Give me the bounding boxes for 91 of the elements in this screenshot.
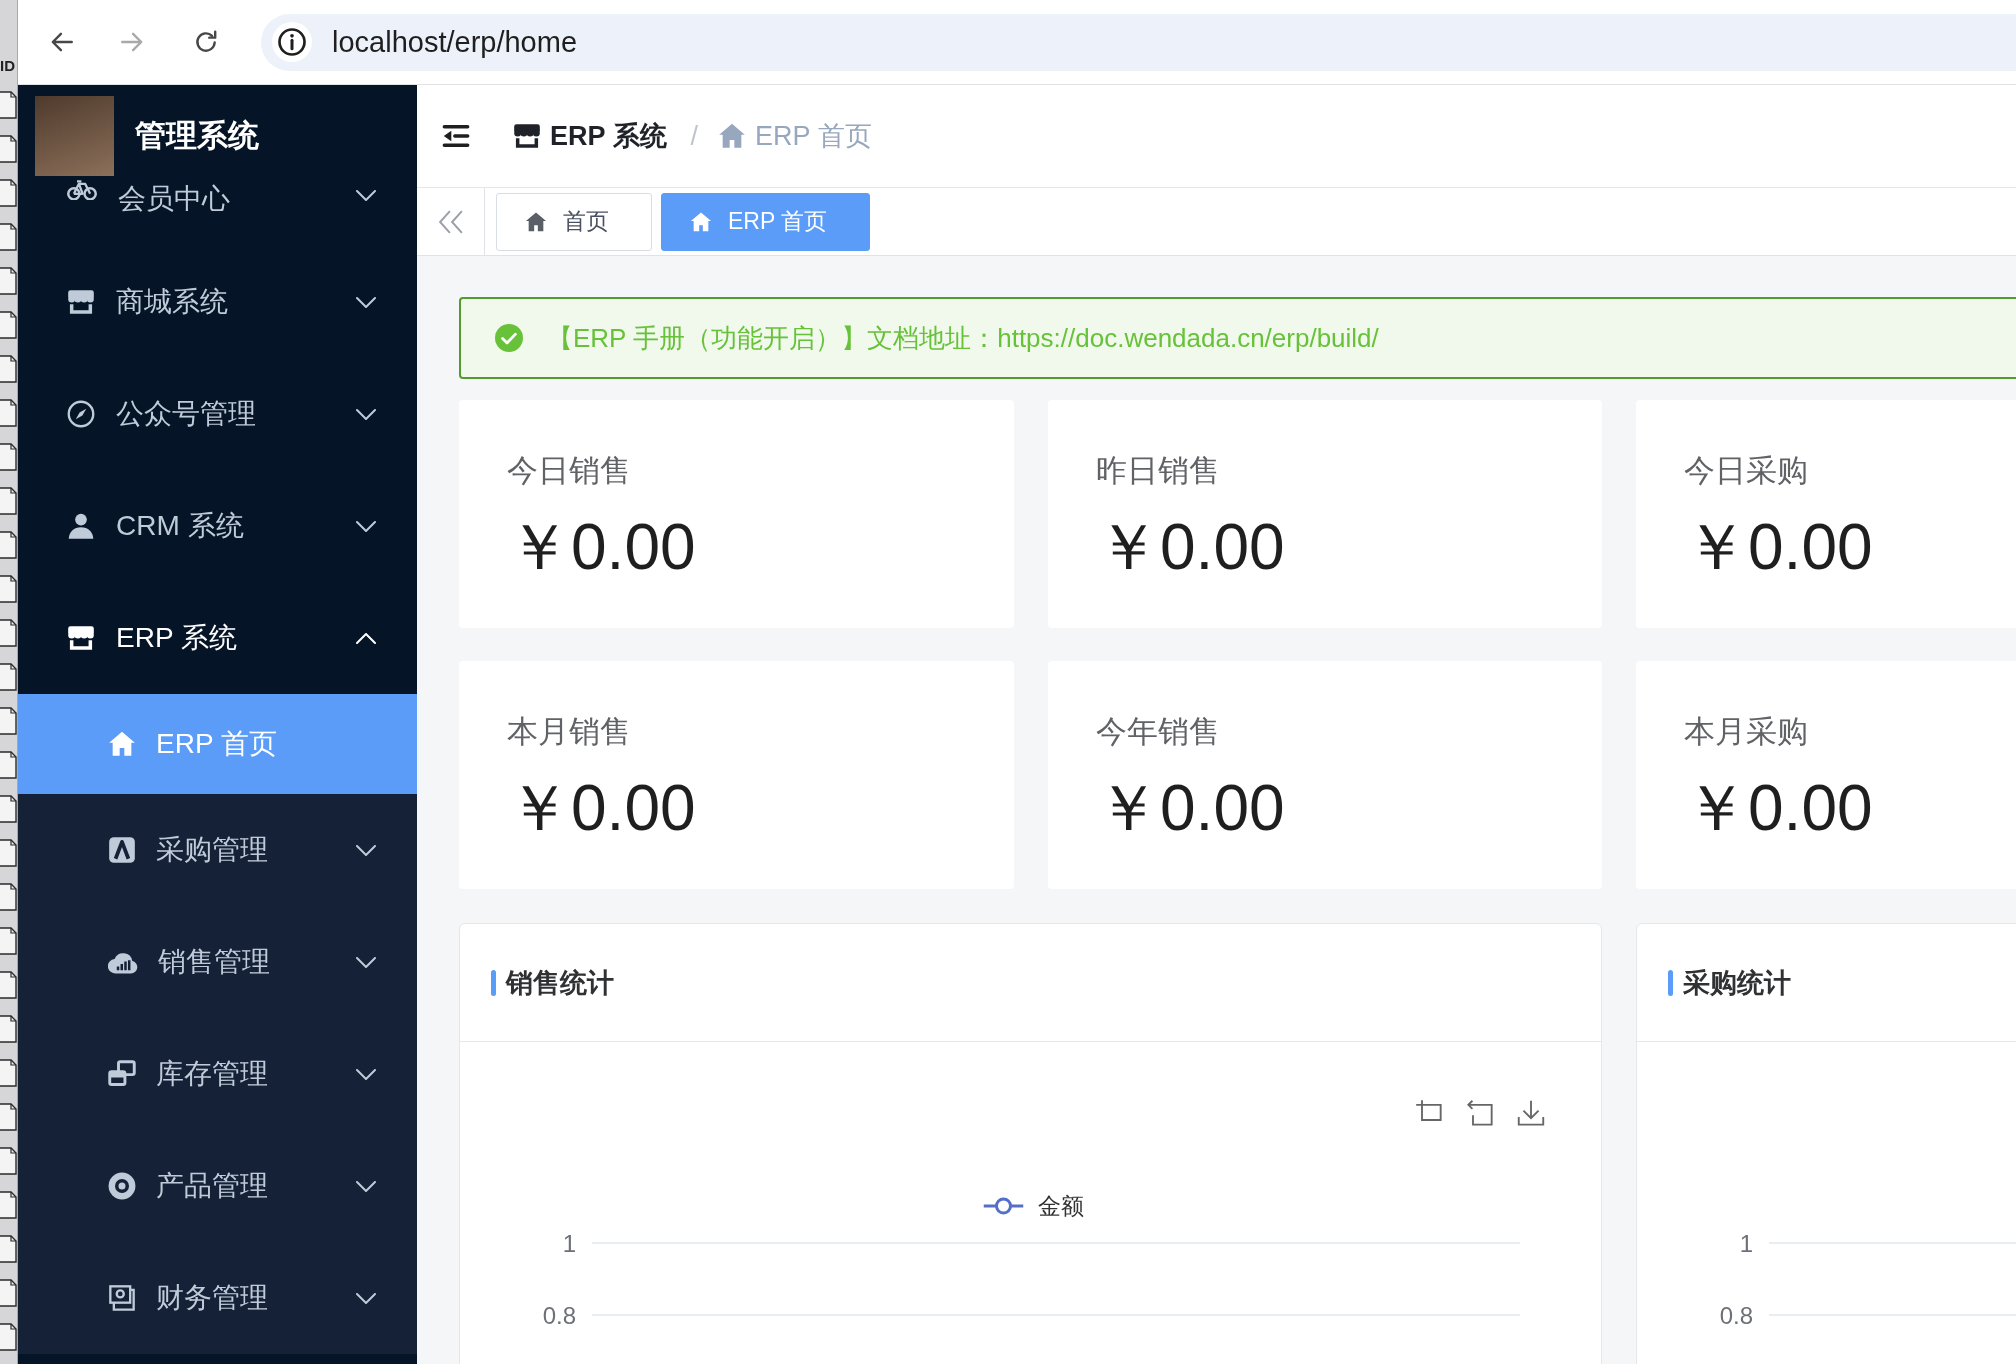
check-circle-icon (495, 324, 523, 352)
axis-label: 1 (1739, 1229, 1753, 1257)
menu-icon[interactable] (442, 122, 470, 150)
file-icon[interactable] (0, 663, 17, 691)
menu-item[interactable]: 商城系统 (18, 246, 417, 358)
double-chevron-left-icon[interactable] (438, 209, 463, 234)
file-icon[interactable] (0, 531, 17, 559)
home-icon (718, 122, 747, 150)
menu-item[interactable]: 财务管理 (18, 1242, 417, 1354)
stat-value: ￥0.00 (507, 515, 696, 579)
app-title: 管理系统 (135, 117, 259, 155)
stat-label: 本月采购 (1684, 714, 1808, 750)
menu-item[interactable]: 采购管理 (18, 794, 417, 906)
stat-value: ￥0.00 (1096, 776, 1285, 840)
stat-label: 今日采购 (1684, 453, 1808, 489)
address-bar[interactable]: localhost/erp/home (261, 13, 2016, 71)
file-icon[interactable] (0, 1147, 17, 1175)
bicycle-icon (67, 180, 97, 200)
file-icon[interactable] (0, 839, 17, 867)
file-icon[interactable] (0, 487, 17, 515)
file-icon[interactable] (0, 971, 17, 999)
crop-icon[interactable] (1416, 1100, 1441, 1120)
file-icon[interactable] (0, 1015, 17, 1043)
stat-label: 今日销售 (507, 453, 631, 489)
file-icon[interactable] (0, 179, 17, 207)
file-icon[interactable] (0, 1191, 17, 1219)
menu-item[interactable]: ERP 系统 (18, 582, 417, 694)
ring-icon (108, 1172, 136, 1200)
compass-icon (67, 400, 95, 428)
menu-item[interactable]: 库存管理 (18, 1018, 417, 1130)
chart-title: 采购统计 (1683, 966, 1791, 1000)
home-icon (690, 210, 712, 233)
shop-icon (67, 288, 95, 316)
breadcrumb-current: ERP 首页 (755, 120, 872, 153)
desktop-label: ID (0, 57, 15, 75)
menu-item[interactable]: CRM 系统 (18, 470, 417, 582)
stat-value: ￥0.00 (1684, 776, 1873, 840)
file-icon[interactable] (0, 399, 17, 427)
file-icon[interactable] (0, 443, 17, 471)
accent-bar-icon (491, 969, 496, 996)
overlap-squares-icon (108, 1060, 136, 1088)
file-icon[interactable] (0, 355, 17, 383)
home-icon (108, 730, 136, 758)
file-icon[interactable] (0, 619, 17, 647)
axis-label: 0.8 (542, 1301, 576, 1329)
file-icon[interactable] (0, 883, 17, 911)
shop-icon (67, 624, 95, 652)
file-icon[interactable] (0, 223, 17, 251)
alert-text: 【ERP 手册（功能开启）】文档地址：https://doc.wendada.cn/erp/build/ (547, 321, 1379, 355)
stat-label: 今年销售 (1096, 714, 1220, 750)
file-icon[interactable] (0, 91, 17, 119)
axis-label: 0.8 (1719, 1301, 1753, 1329)
legend-label[interactable]: 金额 (1037, 1193, 1084, 1219)
file-icon[interactable] (0, 575, 17, 603)
file-icon[interactable] (0, 707, 17, 735)
stat-label: 昨日销售 (1096, 453, 1220, 489)
download-icon[interactable] (1518, 1100, 1544, 1125)
stat-label: 本月销售 (507, 714, 631, 750)
file-icon[interactable] (0, 795, 17, 823)
user-icon (67, 512, 95, 540)
stacked-frames-icon (108, 1284, 136, 1312)
file-icon[interactable] (0, 1323, 17, 1351)
stat-value: ￥0.00 (507, 776, 696, 840)
accent-bar-icon (1668, 969, 1673, 996)
stat-value: ￥0.00 (1684, 515, 1873, 579)
shop-icon[interactable] (513, 122, 541, 150)
home-icon (525, 210, 547, 233)
axis-label: 1 (562, 1229, 576, 1257)
file-icon[interactable] (0, 927, 17, 955)
file-icon[interactable] (0, 1235, 17, 1263)
legend-line-icon[interactable] (983, 1199, 1024, 1213)
file-icon[interactable] (0, 135, 17, 163)
file-icon[interactable] (0, 751, 17, 779)
tab[interactable]: 首页 (496, 192, 652, 251)
breadcrumb-separator: / (690, 120, 699, 152)
menu-item[interactable]: 公众号管理 (18, 358, 417, 470)
menu-item[interactable]: 会员中心 (18, 180, 417, 246)
breadcrumb-link[interactable]: ERP 系统 (550, 118, 667, 154)
info-icon[interactable] (272, 22, 312, 62)
chart-title: 销售统计 (506, 966, 614, 1000)
file-icon[interactable] (0, 311, 17, 339)
file-icon[interactable] (0, 267, 17, 295)
file-icon[interactable] (0, 1059, 17, 1087)
cloud-chart-icon (108, 950, 138, 974)
file-icon[interactable] (0, 1279, 17, 1307)
reload-icon[interactable] (193, 29, 219, 55)
caret-tile-icon (108, 836, 136, 864)
menu-item[interactable]: 销售管理 (18, 906, 417, 1018)
file-icon[interactable] (0, 1103, 17, 1131)
stat-value: ￥0.00 (1096, 515, 1285, 579)
menu-item[interactable]: 产品管理 (18, 1130, 417, 1242)
